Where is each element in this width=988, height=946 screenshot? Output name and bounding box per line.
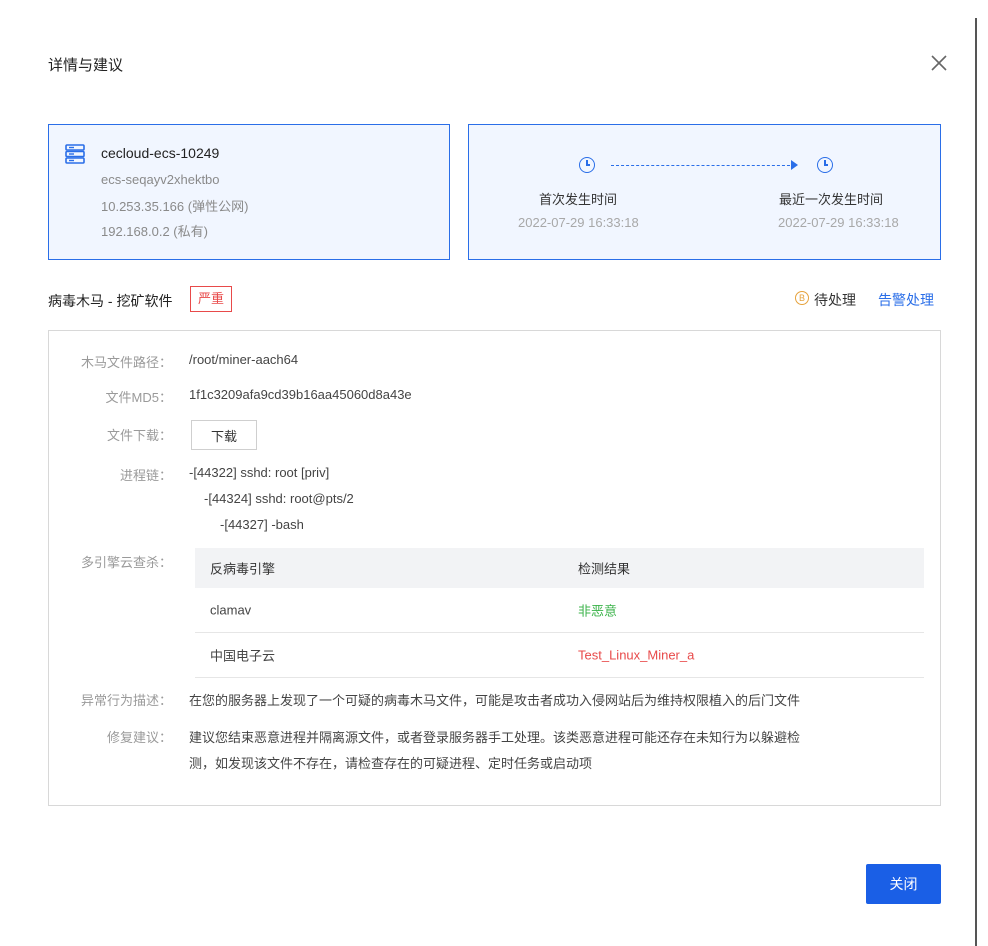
download-label: 文件下载： xyxy=(106,428,172,443)
desc-label: 异常行为描述： xyxy=(80,693,172,708)
engine-name: clamav xyxy=(210,602,252,618)
severity-badge: 严重 xyxy=(190,286,233,312)
status-text: 待处理 xyxy=(814,292,856,308)
table-row: 中国电子云 Test_Linux_Miner_a xyxy=(195,633,924,678)
last-clock-icon xyxy=(817,157,833,173)
table-header: 反病毒引擎 检测结果 xyxy=(195,548,924,588)
detail-panel: 木马文件路径： /root/miner-aach64 文件MD5： 1f1c32… xyxy=(48,330,941,806)
alert-header: 病毒木马 - 挖矿软件 严重 B 待处理 告警处理 xyxy=(48,284,941,314)
timeline-card: 首次发生时间 2022-07-29 16:33:18 最近一次发生时间 2022… xyxy=(468,124,941,260)
alert-title: 病毒木马 - 挖矿软件 xyxy=(48,293,173,309)
last-time-value: 2022-07-29 16:33:18 xyxy=(778,215,899,230)
header-engine: 反病毒引擎 xyxy=(210,561,276,577)
table-row: clamav 非恶意 xyxy=(195,588,924,633)
close-icon[interactable] xyxy=(928,52,950,74)
last-time-label: 最近一次发生时间 xyxy=(779,192,884,207)
first-time-value: 2022-07-29 16:33:18 xyxy=(518,215,639,230)
download-button[interactable]: 下载 xyxy=(191,420,257,450)
server-icon xyxy=(65,144,85,164)
dialog-title: 详情与建议 xyxy=(48,57,124,74)
md5-value: 1f1c3209afa9cd39b16aa45060d8a43e xyxy=(189,387,412,402)
engine-name: 中国电子云 xyxy=(210,648,276,664)
desc-value: 在您的服务器上发现了一个可疑的病毒木马文件，可能是攻击者成功入侵网站后为维持权限… xyxy=(189,693,801,708)
header-result: 检测结果 xyxy=(578,561,631,577)
host-name: cecloud-ecs-10249 xyxy=(101,145,220,161)
path-label: 木马文件路径： xyxy=(80,355,172,370)
chain-label: 进程链： xyxy=(119,468,172,483)
first-time-label: 首次发生时间 xyxy=(539,192,618,207)
arrow-right-icon xyxy=(791,160,798,170)
engines-table: 反病毒引擎 检测结果 clamav 非恶意 中国电子云 Test_Linux_M… xyxy=(195,548,924,678)
engine-result: 非恶意 xyxy=(578,603,618,619)
engines-label: 多引擎云查杀： xyxy=(80,555,172,570)
host-private-ip: 192.168.0.2 (私有) xyxy=(101,224,208,239)
engine-result: Test_Linux_Miner_a xyxy=(578,647,695,663)
alert-handle-link[interactable]: 告警处理 xyxy=(878,290,934,310)
chain-line: -[44324] sshd: root@pts/2 xyxy=(204,491,354,506)
path-value: /root/miner-aach64 xyxy=(189,352,299,367)
first-clock-icon xyxy=(579,157,595,173)
chain-line: -[44327] -bash xyxy=(220,517,304,532)
fix-value-line1: 建议您结束恶意进程并隔离源文件，或者登录服务器手工处理。该类恶意进程可能还存在未… xyxy=(189,730,801,745)
md5-label: 文件MD5： xyxy=(105,390,172,405)
timeline-connector xyxy=(611,165,795,166)
status-icon: B xyxy=(795,291,809,305)
fix-value-line2: 测，如发现该文件不存在，请检查存在的可疑进程、定时任务或启动项 xyxy=(189,756,593,771)
host-id: ecs-seqayv2xhektbo xyxy=(101,172,220,187)
close-button[interactable]: 关闭 xyxy=(866,864,941,904)
window-edge xyxy=(975,18,977,946)
host-public-ip: 10.253.35.166 (弹性公网) xyxy=(101,199,249,214)
host-info-card: cecloud-ecs-10249 ecs-seqayv2xhektbo 10.… xyxy=(48,124,450,260)
fix-label: 修复建议： xyxy=(106,730,172,745)
chain-line: -[44322] sshd: root [priv] xyxy=(189,465,330,480)
